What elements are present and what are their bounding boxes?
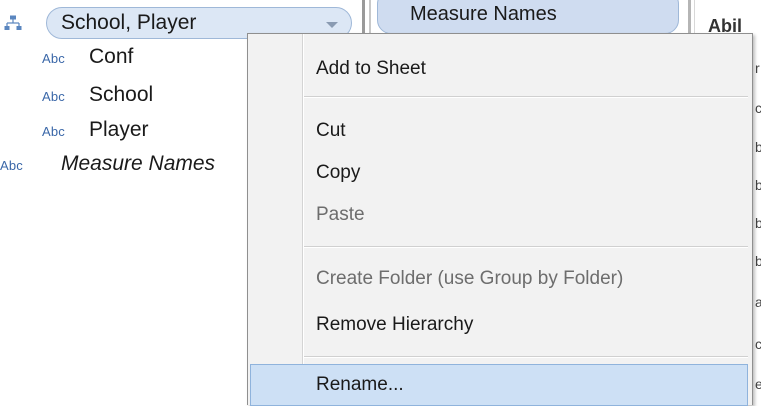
cell-text: a [755,294,761,310]
cell-text: b [755,177,761,193]
field-player[interactable]: Abc Player [0,117,250,147]
menu-item-label: Paste [316,204,365,225]
menu-item-label: Create Folder (use Group by Folder) [316,268,624,289]
cell-text: e [755,376,761,392]
menu-item-cut[interactable]: Cut [250,110,748,152]
menu-separator [304,246,748,248]
measure-names-shelf-pill[interactable]: Measure Names [377,0,679,34]
menu-item-paste[interactable]: Paste [250,194,748,236]
field-measure-names[interactable]: Abc Measure Names [0,151,250,181]
cell-text: b [755,215,761,231]
abc-type-icon: Abc [0,158,24,173]
menu-item-remove-hierarchy[interactable]: Remove Hierarchy [250,304,748,346]
menu-item-label: Add to Sheet [316,58,426,79]
menu-separator [304,96,748,98]
chevron-down-icon[interactable] [323,19,341,31]
cell-text: r [755,60,760,76]
field-conf[interactable]: Abc Conf [0,44,250,74]
menu-item-label: Cut [316,120,346,141]
cell-text: c [755,336,761,352]
abc-type-icon: Abc [42,89,66,104]
field-name: School [89,83,154,106]
menu-item-label: Remove Hierarchy [316,314,474,335]
menu-item-rename[interactable]: Rename... [250,364,748,406]
cell-text: b [755,139,761,155]
menu-item-add-to-sheet[interactable]: Add to Sheet [250,48,748,90]
menu-item-label: Copy [316,162,361,183]
cell-text: b [755,253,761,269]
abc-type-icon: Abc [42,124,66,139]
field-name: Conf [89,45,134,68]
abc-type-icon: Abc [42,51,66,66]
field-name: Measure Names [61,152,216,175]
hierarchy-icon [4,15,22,30]
shelf-pill-label: Measure Names [410,3,557,25]
menu-item-create-folder[interactable]: Create Folder (use Group by Folder) [250,258,748,300]
cell-text: c [755,100,761,116]
field-school[interactable]: Abc School [0,82,250,112]
field-name: Player [89,118,149,141]
hierarchy-label: School, Player [61,11,197,34]
context-menu: Add to Sheet Cut Copy Paste Create Folde… [247,33,753,406]
menu-item-label: Rename... [316,374,404,395]
menu-separator [304,356,748,358]
menu-item-copy[interactable]: Copy [250,152,748,194]
